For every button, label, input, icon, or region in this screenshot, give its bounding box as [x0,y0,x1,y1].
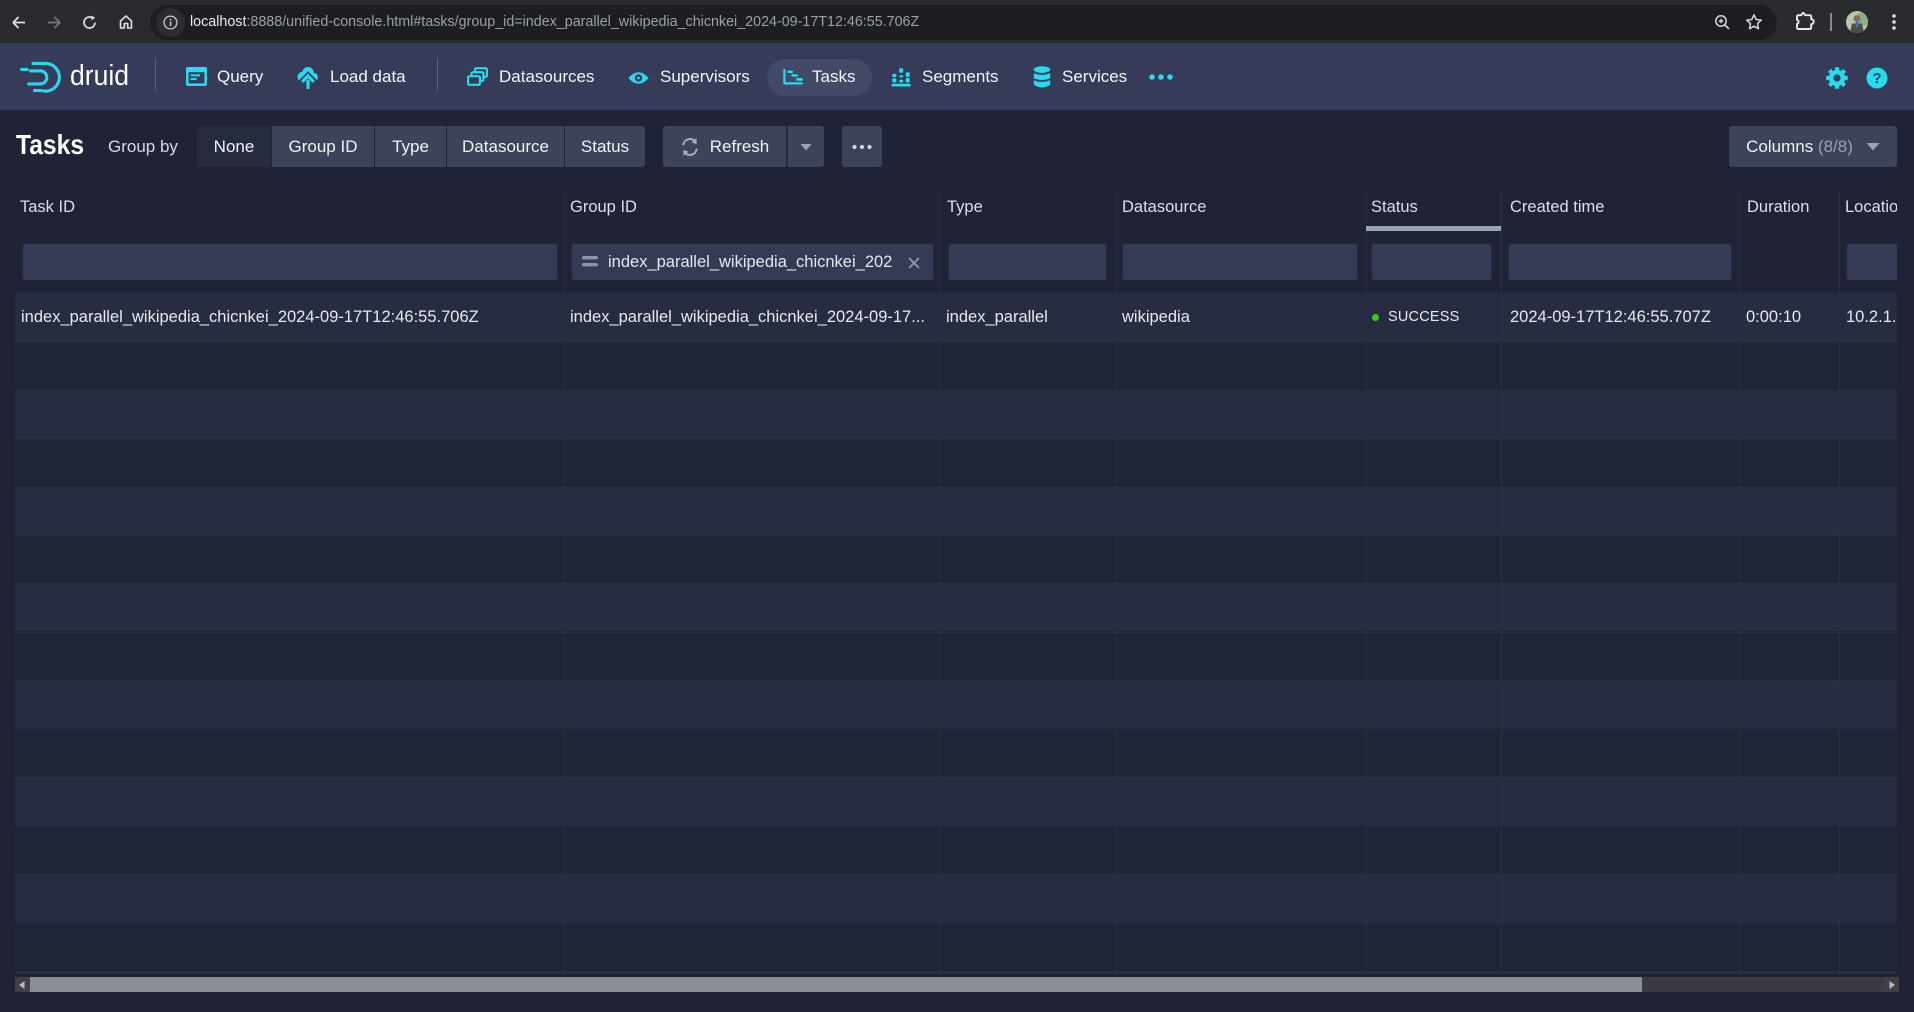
svg-text:?: ? [1873,71,1882,87]
